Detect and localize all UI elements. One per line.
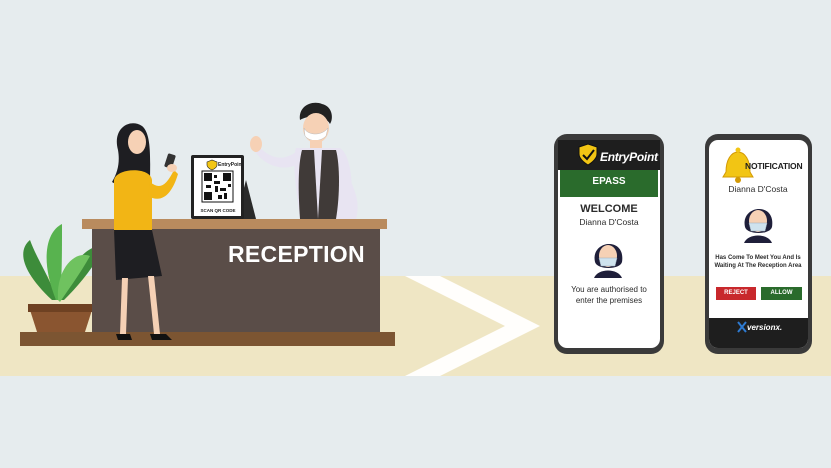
epass-phone-body — [554, 134, 664, 354]
visitor-avatar-icon — [590, 236, 626, 278]
kiosk-brand-label: EntryPoint — [218, 162, 244, 168]
reject-button[interactable]: REJECT — [716, 287, 756, 300]
receptionist-figure — [250, 102, 358, 219]
allow-button[interactable]: ALLOW — [761, 287, 802, 300]
reception-sign: RECEPTION — [228, 241, 365, 267]
notification-title: NOTIFICATION — [745, 161, 803, 171]
welcome-heading: WELCOME — [580, 203, 638, 215]
scene-illustration — [0, 102, 831, 376]
visitor-name: Dianna D'Costa — [579, 217, 639, 227]
illustration-stage: RECEPTION EntryPoint SCAN QR CODE EntryP… — [0, 0, 831, 468]
qr-code-icon — [201, 170, 234, 203]
kiosk-scan-label: SCAN QR CODE — [200, 208, 236, 213]
visitor-avatar-icon — [740, 201, 776, 243]
epass-header: EPASS — [592, 176, 626, 187]
authorised-message: You are authorised to enter the premises — [571, 285, 647, 305]
visitor-name: Dianna D'Costa — [728, 184, 788, 194]
epass-brand-label: EntryPoint — [600, 150, 658, 164]
waiting-message: Has Come To Meet You And Is Waiting At T… — [714, 255, 802, 270]
versionx-brand-label: versionx. — [747, 323, 783, 332]
